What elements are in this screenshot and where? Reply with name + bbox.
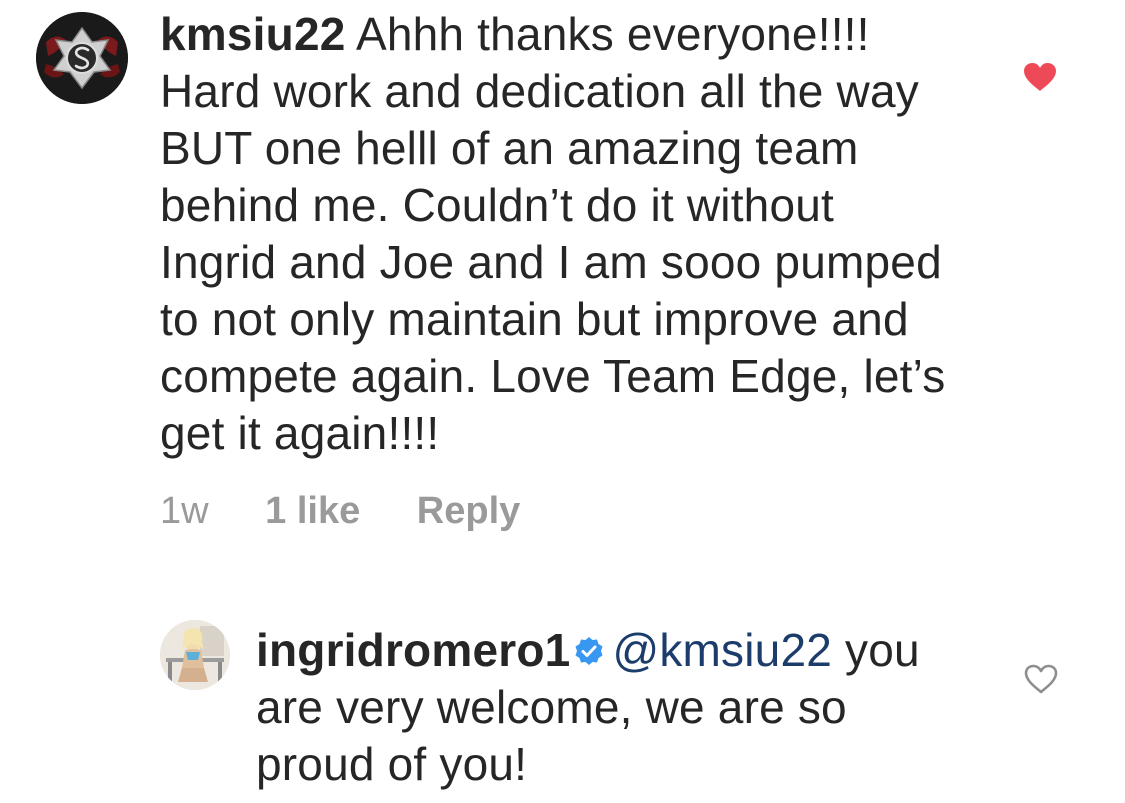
comment-username[interactable]: ingridromero1 [256,624,570,676]
avatar[interactable] [160,620,230,690]
comment-username[interactable]: kmsiu22 [160,8,346,60]
comment-text: ingridromero1 @kmsiu22 you are very welco… [256,622,976,793]
like-heart-icon[interactable] [1023,62,1057,97]
comment-time: 1w [160,490,209,532]
avatar[interactable] [36,12,128,104]
comment-body: Ahhh thanks everyone!!!! Hard work and d… [160,8,946,459]
like-heart-icon[interactable] [1024,664,1058,699]
comment-meta: 1w 1 like Reply [160,490,566,533]
fire-department-emblem-icon [36,12,128,104]
heart-outline-icon [1024,664,1058,694]
reply-button[interactable]: Reply [417,490,520,532]
comment-text: kmsiu22 Ahhh thanks everyone!!!! Hard wo… [160,6,950,462]
mention-link[interactable]: @kmsiu22 [612,624,832,676]
likes-count[interactable]: 1 like [265,490,360,532]
verified-badge-icon [574,622,604,679]
user-photo-icon [160,620,230,690]
heart-filled-icon [1024,63,1056,91]
